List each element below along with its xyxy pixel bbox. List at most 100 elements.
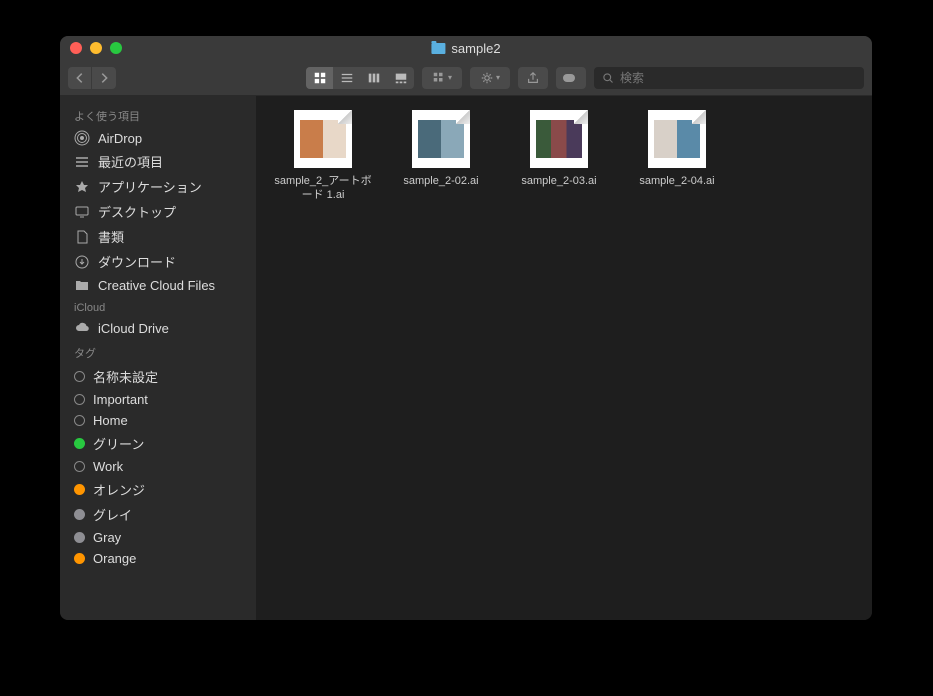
tag-item[interactable]: オレンジ bbox=[60, 477, 256, 502]
sidebar-item-label: iCloud Drive bbox=[98, 321, 169, 336]
file-name: sample_2-04.ai bbox=[639, 174, 714, 188]
tag-color-dot bbox=[74, 371, 85, 382]
favorite-item[interactable]: 書類 bbox=[60, 224, 256, 249]
favorite-item[interactable]: Creative Cloud Files bbox=[60, 274, 256, 296]
window-body: よく使う項目 AirDrop 最近の項目アプリケーションデスクトップ書類ダウンロー… bbox=[60, 96, 872, 620]
minimize-button[interactable] bbox=[90, 42, 102, 54]
gallery-icon bbox=[394, 71, 408, 85]
tag-label: グレイ bbox=[93, 505, 132, 524]
tag-item[interactable]: Gray bbox=[60, 527, 256, 548]
tag-label: 名称未設定 bbox=[93, 367, 158, 386]
gallery-view-button[interactable] bbox=[387, 67, 414, 89]
title-text: sample2 bbox=[451, 41, 500, 56]
file-thumbnail bbox=[294, 110, 352, 168]
tag-item[interactable]: 名称未設定 bbox=[60, 364, 256, 389]
icloud-item[interactable]: iCloud Drive bbox=[60, 317, 256, 339]
tag-color-dot bbox=[74, 509, 85, 520]
titlebar[interactable]: sample2 bbox=[60, 36, 872, 60]
tag-label: Important bbox=[93, 392, 148, 407]
grid-icon bbox=[313, 71, 327, 85]
file-name: sample_2-02.ai bbox=[403, 174, 478, 188]
file-thumbnail bbox=[530, 110, 588, 168]
favorite-item[interactable]: 最近の項目 bbox=[60, 149, 256, 174]
sidebar: よく使う項目 AirDrop 最近の項目アプリケーションデスクトップ書類ダウンロー… bbox=[60, 96, 256, 620]
chevron-left-icon bbox=[73, 71, 87, 85]
tag-item[interactable]: グレイ bbox=[60, 502, 256, 527]
chevron-down-icon: ▾ bbox=[448, 73, 452, 82]
tag-item[interactable]: Important bbox=[60, 389, 256, 410]
window-controls bbox=[70, 42, 122, 54]
tag-icon bbox=[562, 73, 580, 83]
tag-item[interactable]: Work bbox=[60, 456, 256, 477]
folder-icon bbox=[74, 277, 90, 293]
finder-window: sample2 bbox=[60, 36, 872, 620]
arrange-icon bbox=[432, 71, 446, 85]
tag-color-dot bbox=[74, 553, 85, 564]
file-item[interactable]: sample_2-04.ai bbox=[624, 110, 730, 188]
list-view-button[interactable] bbox=[333, 67, 360, 89]
forward-button[interactable] bbox=[92, 67, 116, 89]
tags-header: タグ bbox=[60, 339, 256, 364]
file-name: sample_2-03.ai bbox=[521, 174, 596, 188]
tag-item[interactable]: Home bbox=[60, 410, 256, 431]
column-view-button[interactable] bbox=[360, 67, 387, 89]
tag-color-dot bbox=[74, 532, 85, 543]
documents-icon bbox=[74, 229, 90, 245]
back-button[interactable] bbox=[68, 67, 92, 89]
icloud-header: iCloud bbox=[60, 296, 256, 317]
tag-color-dot bbox=[74, 484, 85, 495]
desktop-icon bbox=[74, 204, 90, 220]
folder-icon bbox=[431, 43, 445, 54]
file-thumbnail bbox=[648, 110, 706, 168]
sidebar-item-label: アプリケーション bbox=[98, 177, 202, 196]
close-button[interactable] bbox=[70, 42, 82, 54]
favorite-item[interactable]: アプリケーション bbox=[60, 174, 256, 199]
tag-label: グリーン bbox=[93, 434, 144, 453]
file-thumbnail bbox=[412, 110, 470, 168]
content-area[interactable]: sample_2_アートボード 1.ai sample_2-02.ai sample… bbox=[256, 96, 872, 620]
favorites-header: よく使う項目 bbox=[60, 102, 256, 127]
action-button[interactable]: ▾ bbox=[470, 67, 510, 89]
share-icon bbox=[526, 71, 540, 85]
sidebar-item-label: Creative Cloud Files bbox=[98, 278, 215, 293]
tag-color-dot bbox=[74, 461, 85, 472]
search-icon bbox=[602, 72, 614, 84]
sidebar-item-label: ダウンロード bbox=[98, 252, 176, 271]
columns-icon bbox=[367, 71, 381, 85]
favorite-item[interactable]: ダウンロード bbox=[60, 249, 256, 274]
apps-icon bbox=[74, 179, 90, 195]
sidebar-item-label: 最近の項目 bbox=[98, 152, 163, 171]
search-input[interactable] bbox=[620, 71, 856, 85]
tag-color-dot bbox=[74, 415, 85, 426]
tag-color-dot bbox=[74, 394, 85, 405]
cloud-icon bbox=[74, 320, 90, 336]
tag-item[interactable]: グリーン bbox=[60, 431, 256, 456]
icon-view-button[interactable] bbox=[306, 67, 333, 89]
arrange-button[interactable]: ▾ bbox=[422, 67, 462, 89]
downloads-icon bbox=[74, 254, 90, 270]
tag-label: Orange bbox=[93, 551, 136, 566]
recent-icon bbox=[74, 154, 90, 170]
file-name: sample_2_アートボード 1.ai bbox=[270, 174, 376, 203]
favorite-item[interactable]: AirDrop bbox=[60, 127, 256, 149]
maximize-button[interactable] bbox=[110, 42, 122, 54]
sidebar-item-label: デスクトップ bbox=[98, 202, 176, 221]
share-button[interactable] bbox=[518, 67, 548, 89]
chevron-down-icon: ▾ bbox=[496, 73, 500, 82]
tag-label: オレンジ bbox=[93, 480, 145, 499]
tag-color-dot bbox=[74, 438, 85, 449]
window-title: sample2 bbox=[431, 41, 500, 56]
search-box[interactable] bbox=[594, 67, 864, 89]
tag-label: Gray bbox=[93, 530, 121, 545]
nav-buttons bbox=[68, 67, 116, 89]
tags-button[interactable] bbox=[556, 67, 586, 89]
file-item[interactable]: sample_2-02.ai bbox=[388, 110, 494, 188]
file-item[interactable]: sample_2_アートボード 1.ai bbox=[270, 110, 376, 203]
airdrop-icon bbox=[74, 130, 90, 146]
file-item[interactable]: sample_2-03.ai bbox=[506, 110, 612, 188]
toolbar: ▾ ▾ bbox=[60, 60, 872, 96]
favorite-item[interactable]: デスクトップ bbox=[60, 199, 256, 224]
tag-label: Home bbox=[93, 413, 128, 428]
tag-item[interactable]: Orange bbox=[60, 548, 256, 569]
tag-label: Work bbox=[93, 459, 123, 474]
